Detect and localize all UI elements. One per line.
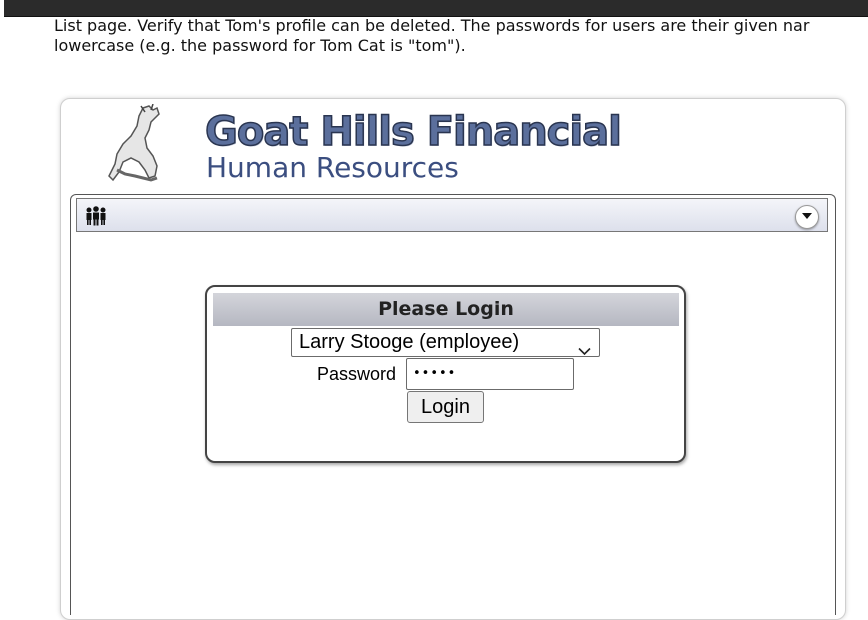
password-field[interactable]: ••••• (406, 358, 574, 390)
chevron-down-icon (578, 337, 591, 364)
company-subtitle: Human Resources (206, 151, 459, 184)
instructions-text: List page. Verify that Tom's profile can… (54, 16, 868, 60)
login-button[interactable]: Login (407, 391, 484, 423)
user-select-value: Larry Stooge (employee) (299, 331, 520, 353)
login-heading: Please Login (213, 293, 679, 326)
instructions-line-2: lowercase (e.g. the password for Tom Cat… (54, 36, 466, 55)
window-title-bar (4, 0, 868, 17)
user-select[interactable]: Larry Stooge (employee) (291, 328, 600, 357)
goat-logo-icon (105, 103, 175, 184)
collapse-icon[interactable] (795, 205, 819, 229)
instructions-line-1: List page. Verify that Tom's profile can… (54, 16, 810, 35)
people-icon (85, 206, 107, 226)
password-label: Password (317, 364, 397, 384)
panel-header-bar (76, 198, 828, 232)
